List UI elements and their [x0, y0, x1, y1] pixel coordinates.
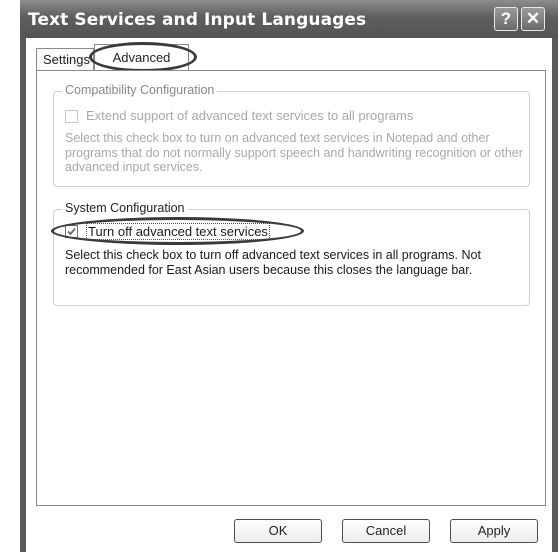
turn-off-services-label: Turn off advanced text services: [86, 223, 270, 240]
apply-button[interactable]: Apply: [450, 519, 538, 543]
system-description: Select this check box to turn off advanc…: [65, 248, 481, 277]
help-button[interactable]: ?: [494, 7, 518, 31]
dialog-window: Text Services and Input Languages ? ✕ Se…: [20, 0, 558, 552]
system-group-legend: System Configuration: [62, 201, 188, 215]
ok-button-label: OK: [268, 523, 288, 538]
title-bar[interactable]: Text Services and Input Languages ? ✕: [20, 0, 558, 38]
tab-advanced[interactable]: Advanced: [94, 44, 189, 71]
tab-panel-advanced: Compatibility Configuration Extend suppo…: [36, 70, 546, 506]
tab-advanced-label: Advanced: [112, 50, 171, 65]
dialog-body: Settings Advanced Compatibility Configur…: [26, 38, 552, 552]
tab-settings-label: Settings: [43, 52, 90, 67]
system-group: System Configuration Turn off advanced t…: [51, 201, 530, 306]
cancel-button-label: Cancel: [365, 523, 407, 538]
extend-support-label: Extend support of advanced text services…: [86, 108, 414, 123]
apply-button-label: Apply: [477, 523, 511, 538]
compatibility-group: Compatibility Configuration Extend suppo…: [53, 83, 530, 187]
turn-off-services-checkbox[interactable]: [65, 225, 78, 238]
close-icon: ✕: [525, 9, 541, 28]
window-title: Text Services and Input Languages: [28, 10, 367, 30]
checkmark-icon: [67, 227, 76, 236]
extend-support-checkbox[interactable]: [65, 110, 78, 123]
help-icon: ?: [500, 9, 512, 28]
compatibility-description: Select this check box to turn on advance…: [65, 131, 523, 174]
close-button[interactable]: ✕: [521, 7, 545, 31]
tab-settings[interactable]: Settings: [36, 48, 94, 70]
compatibility-group-legend: Compatibility Configuration: [62, 83, 218, 97]
ok-button[interactable]: OK: [234, 519, 322, 543]
cancel-button[interactable]: Cancel: [342, 519, 430, 543]
